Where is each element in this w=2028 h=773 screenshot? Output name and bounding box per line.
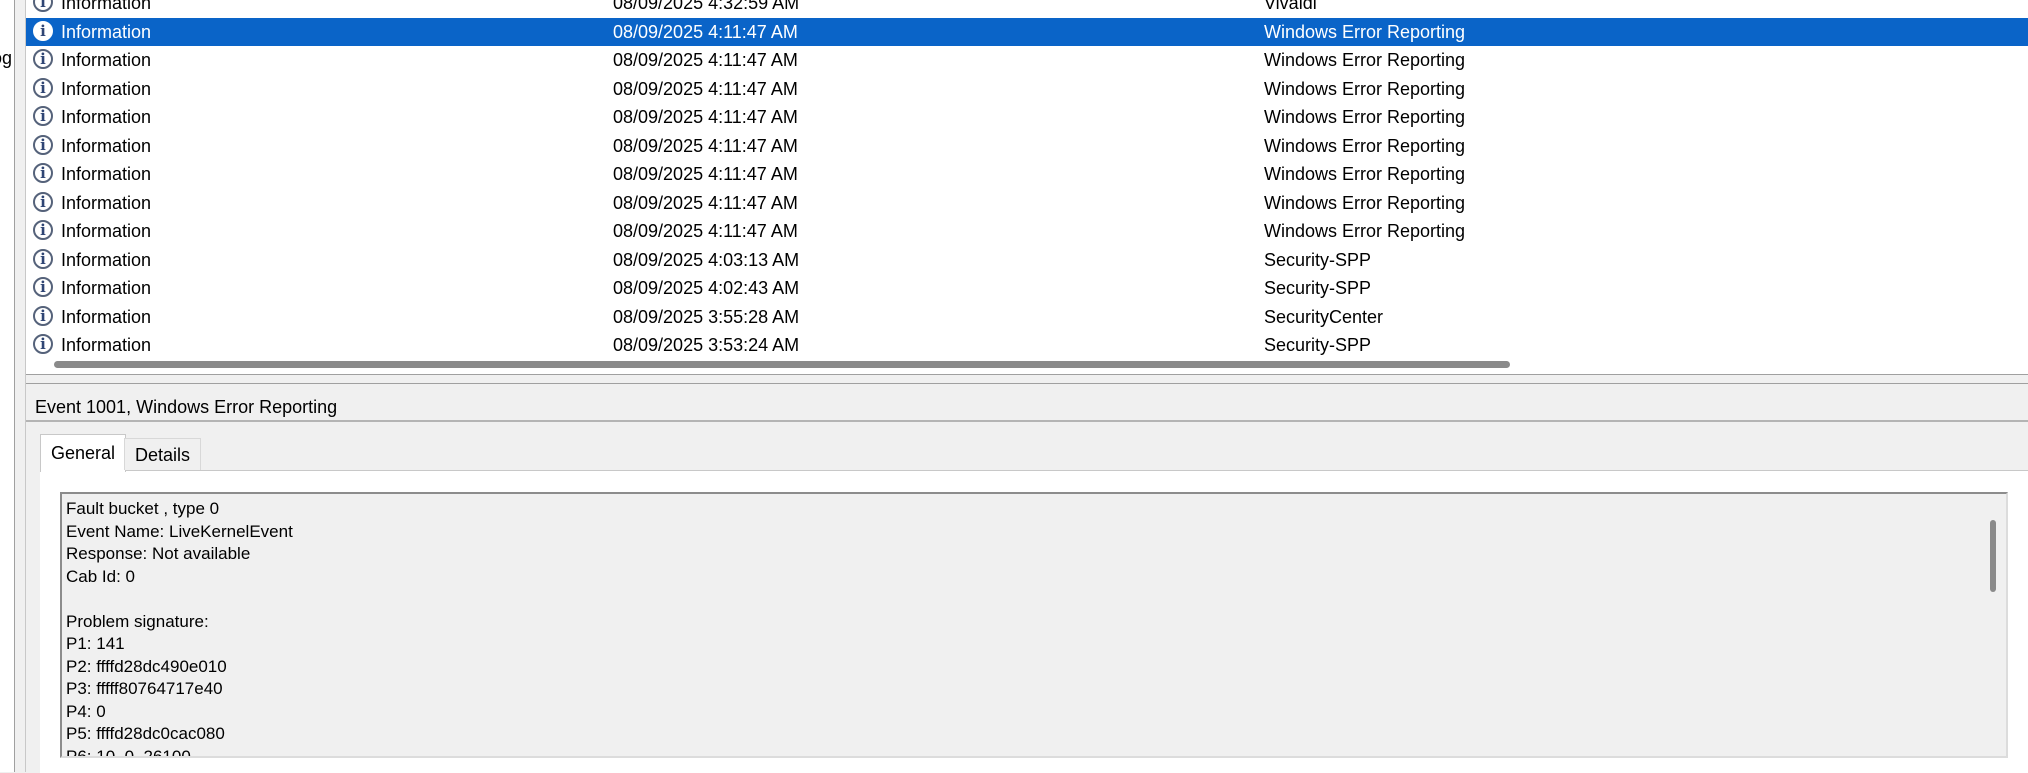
- information-icon: i: [33, 334, 53, 354]
- description-line: Event Name: LiveKernelEvent: [66, 521, 293, 541]
- information-icon: i: [33, 220, 53, 240]
- event-date-time: 08/09/2025 4:11:47 AM: [613, 221, 798, 241]
- event-source: SecurityCenter: [1264, 306, 1384, 327]
- description-line: P1: 141: [66, 634, 125, 653]
- information-icon: i: [33, 0, 53, 12]
- event-row[interactable]: i Information 08/09/2025 4:11:47 AM Windows…: [26, 17, 2028, 46]
- horizontal-scrollbar-thumb[interactable]: [54, 361, 1510, 368]
- event-source: Security-SPP: [1264, 249, 1372, 270]
- event-row[interactable]: i Information 08/09/2025 4:03:13 AM Securit…: [26, 246, 2028, 274]
- event-level: Information: [61, 164, 152, 184]
- description-line: P5: ffffd28dc0cac080: [66, 724, 225, 743]
- event-source: Windows Error Reporting: [1264, 135, 1466, 156]
- tab-details[interactable]: Details: [124, 438, 202, 470]
- event-date-time: 08/09/2025 4:32:59 AM: [613, 0, 800, 13]
- left-nav-clipped-text: og: [0, 48, 13, 68]
- description-line: Problem signature:: [66, 611, 209, 631]
- event-row[interactable]: i Information 08/09/2025 4:02:43 AM Securit…: [26, 274, 2028, 302]
- event-date-time: 08/09/2025 4:11:47 AM: [613, 50, 798, 70]
- event-level: Information: [61, 221, 152, 241]
- information-icon: i: [33, 134, 53, 155]
- event-source: Windows Error Reporting: [1264, 192, 1466, 213]
- event-detail-title: Event 1001, Windows Error Reporting: [26, 392, 2028, 422]
- tab-general[interactable]: General: [40, 434, 127, 472]
- event-source: Windows Error Reporting: [1264, 107, 1466, 127]
- event-date-time: 08/09/2025 4:11:47 AM: [613, 21, 798, 42]
- event-row[interactable]: i Information 08/09/2025 4:11:47 AM Windows…: [26, 217, 2028, 245]
- event-level: Information: [61, 278, 152, 298]
- event-source: Windows Error Reporting: [1264, 221, 1466, 241]
- event-level: Information: [61, 335, 152, 355]
- event-level: Information: [61, 21, 152, 42]
- event-date-time: 08/09/2025 4:11:47 AM: [613, 107, 798, 127]
- information-icon: i: [33, 248, 53, 269]
- information-icon: i: [33, 49, 53, 69]
- event-row[interactable]: i Information 08/09/2025 3:55:28 AM Securit…: [26, 303, 2028, 331]
- pane-divider[interactable]: [15, 0, 26, 772]
- event-list[interactable]: i Information 08/09/2025 4:32:59 AM Vivaldi…: [26, 0, 2028, 374]
- description-line: Response: Not available: [66, 544, 251, 563]
- event-description-text[interactable]: Fault bucket , type 0 Event Name: LiveKer…: [60, 492, 2008, 758]
- event-row[interactable]: i Information 08/09/2025 4:11:47 AM Windows…: [26, 189, 2028, 217]
- event-date-time: 08/09/2025 4:11:47 AM: [613, 192, 798, 213]
- horizontal-scrollbar[interactable]: [26, 356, 2028, 372]
- event-level: Information: [61, 306, 152, 327]
- event-source: Security-SPP: [1264, 335, 1372, 355]
- information-icon: i: [33, 305, 53, 326]
- event-source: Windows Error Reporting: [1264, 50, 1466, 70]
- event-source: Windows Error Reporting: [1264, 21, 1466, 42]
- event-level: Information: [61, 50, 152, 70]
- event-source: Security-SPP: [1264, 278, 1372, 298]
- event-date-time: 08/09/2025 3:53:24 AM: [613, 335, 800, 355]
- vertical-scrollbar[interactable]: [1984, 510, 2002, 756]
- event-level: Information: [61, 78, 152, 99]
- event-date-time: 08/09/2025 3:55:28 AM: [613, 306, 800, 327]
- event-row[interactable]: i Information 08/09/2025 4:11:47 AM Windows…: [26, 75, 2028, 103]
- information-icon: i: [33, 20, 53, 41]
- information-icon: i: [33, 277, 53, 297]
- event-row[interactable]: i Information 08/09/2025 4:11:47 AM Windows…: [26, 160, 2028, 188]
- vertical-scrollbar-thumb[interactable]: [1990, 520, 1996, 592]
- information-icon: i: [33, 106, 53, 126]
- event-date-time: 08/09/2025 4:11:47 AM: [613, 164, 798, 184]
- event-row[interactable]: i Information 08/09/2025 4:11:47 AM Windows…: [26, 103, 2028, 131]
- event-level: Information: [61, 0, 152, 13]
- event-source: Windows Error Reporting: [1264, 78, 1466, 99]
- event-level: Information: [61, 135, 152, 156]
- description-line: P2: ffffd28dc490e010: [66, 656, 227, 676]
- information-icon: i: [33, 191, 53, 212]
- event-date-time: 08/09/2025 4:11:47 AM: [613, 135, 798, 156]
- event-source: Vivaldi: [1264, 0, 1317, 13]
- event-date-time: 08/09/2025 4:03:13 AM: [613, 249, 800, 270]
- description-line: P6: 10_0_26100: [66, 746, 191, 758]
- event-date-time: 08/09/2025 4:02:43 AM: [613, 278, 800, 298]
- description-line: Cab Id: 0: [66, 566, 135, 586]
- event-row[interactable]: i Information 08/09/2025 4:11:47 AM Windows…: [26, 46, 2028, 74]
- event-level: Information: [61, 107, 152, 127]
- description-line: P4: 0: [66, 701, 106, 721]
- event-level: Information: [61, 249, 152, 270]
- event-row[interactable]: i Information 08/09/2025 3:53:24 AM Securit…: [26, 331, 2028, 359]
- description-line: P3: fffff80764717e40: [66, 679, 223, 698]
- event-date-time: 08/09/2025 4:11:47 AM: [613, 78, 798, 99]
- event-row[interactable]: i Information 08/09/2025 4:32:59 AM Vivaldi: [26, 0, 2028, 17]
- event-level: Information: [61, 192, 152, 213]
- information-icon: i: [33, 163, 53, 183]
- pane-splitter[interactable]: [26, 374, 2028, 384]
- left-nav-pane: og: [0, 0, 15, 772]
- information-icon: i: [33, 77, 53, 98]
- event-source: Windows Error Reporting: [1264, 164, 1466, 184]
- event-row[interactable]: i Information 08/09/2025 4:11:47 AM Windows…: [26, 132, 2028, 160]
- description-line: Fault bucket , type 0: [66, 499, 220, 518]
